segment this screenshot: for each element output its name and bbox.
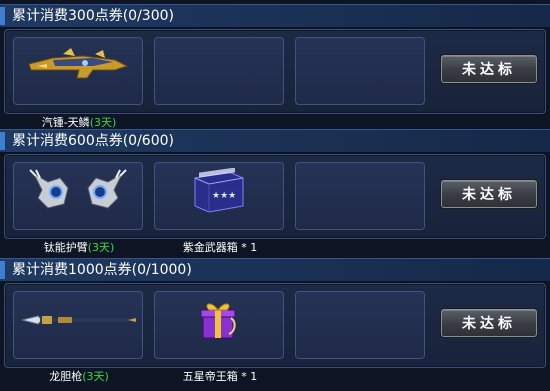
tier-header: 累计消费1000点券(0/1000) xyxy=(0,258,550,282)
tier-header: 累计消费300点券(0/300) xyxy=(0,4,550,28)
reward-slot[interactable]: 龙胆枪(3天) xyxy=(13,291,143,383)
weapon-box-icon: ★★★ xyxy=(194,168,244,213)
golden-dragon-rifle-icon xyxy=(28,48,129,79)
duration-label: (3天) xyxy=(82,370,109,383)
reward-name: 紫金武器箱 * 1 xyxy=(182,241,258,254)
reward-slot-empty xyxy=(295,291,425,359)
reward-slot[interactable]: 五星帝王箱 * 1 xyxy=(154,291,284,383)
gift-box-icon xyxy=(200,303,236,339)
duration-label: (3天) xyxy=(87,241,115,254)
reward-slot[interactable]: 钛能护臂(3天) xyxy=(13,162,143,254)
claim-button[interactable]: 未达标 xyxy=(441,55,537,83)
reward-slot-empty xyxy=(295,162,425,230)
reward-name: 钛能护臂(3天) xyxy=(43,241,115,254)
reward-slot[interactable]: ★★★ 紫金武器箱 * 1 xyxy=(154,162,284,254)
tier-panel: 龙胆枪(3天) 五星帝王箱 * 1 未达标 xyxy=(4,283,546,383)
tier-panel: 钛能护臂(3天) ★★★ 紫金武器箱 * 1 未达标 xyxy=(4,154,546,254)
reward-name: 汽锺-天鳞(3天) xyxy=(41,116,117,129)
reward-slot[interactable]: 汽锺-天鳞(3天) xyxy=(13,37,143,129)
armguard-icon xyxy=(29,169,127,209)
tier-title: 累计消费600点券(0/600) xyxy=(12,133,174,149)
claim-button[interactable]: 未达标 xyxy=(441,180,537,208)
tier-title: 累计消费300点券(0/300) xyxy=(12,8,174,24)
tier-header: 累计消费600点券(0/600) xyxy=(0,129,550,153)
reward-name: 五星帝王箱 * 1 xyxy=(182,370,258,383)
duration-label: (3天) xyxy=(89,116,117,129)
tier-title: 累计消费1000点券(0/1000) xyxy=(12,262,192,278)
reward-slot-empty xyxy=(295,37,425,105)
spear-icon xyxy=(21,315,136,325)
reward-name: 龙胆枪(3天) xyxy=(49,370,109,383)
claim-button[interactable]: 未达标 xyxy=(441,309,537,337)
svg-text:★★★: ★★★ xyxy=(212,191,236,201)
reward-slot-empty xyxy=(154,37,284,105)
tier-panel: 汽锺-天鳞(3天) 未达标 xyxy=(4,29,546,129)
